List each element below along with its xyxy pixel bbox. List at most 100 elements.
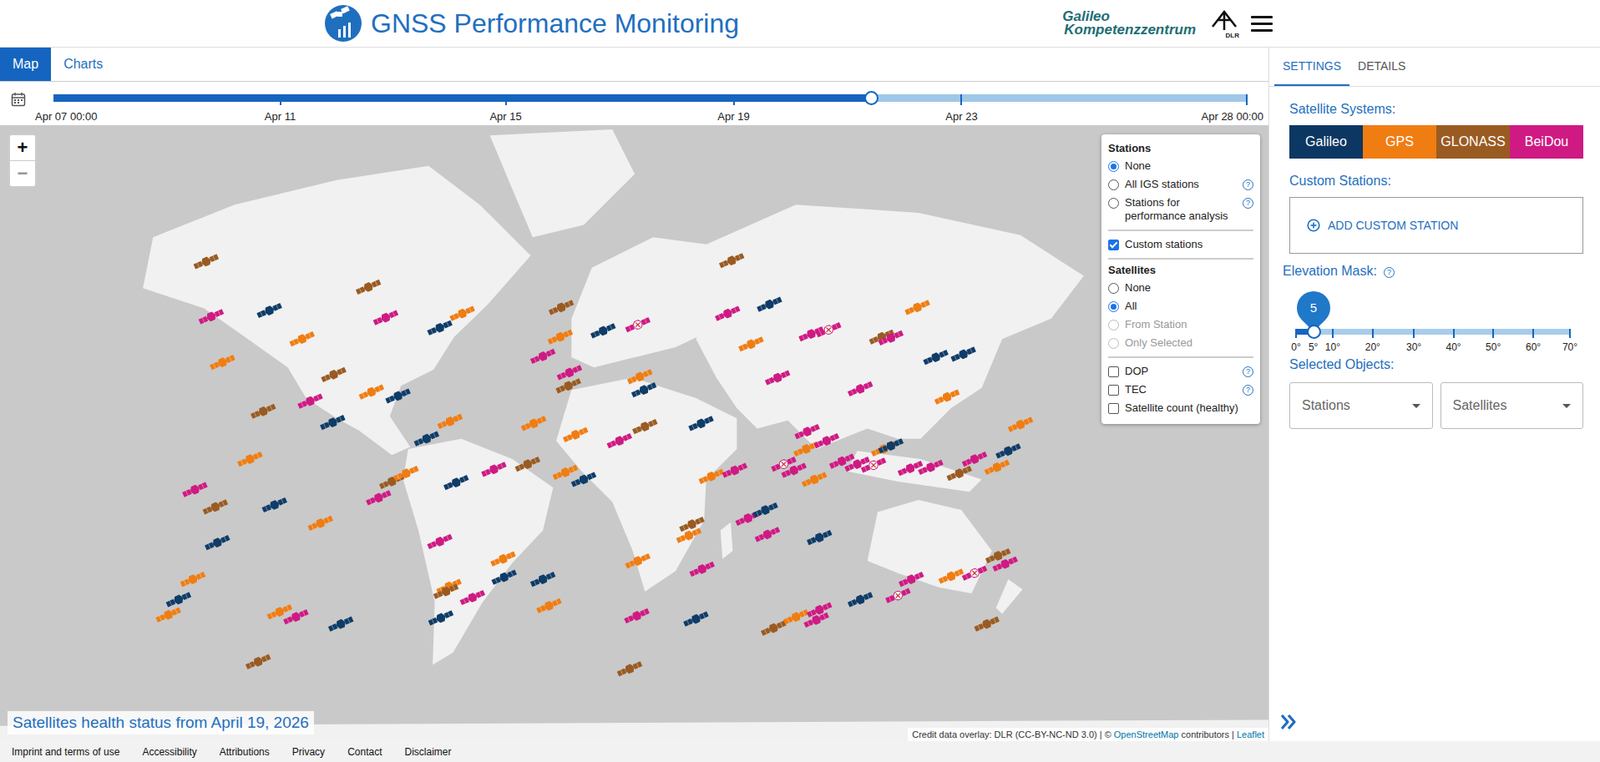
satellite-icon[interactable] <box>459 588 487 608</box>
satellite-icon[interactable] <box>846 591 874 610</box>
checkbox[interactable] <box>1108 403 1119 415</box>
satellite-icon[interactable] <box>155 606 183 625</box>
satellite-icon[interactable] <box>529 570 557 589</box>
satellite-icon[interactable] <box>320 365 348 385</box>
satellite-icon[interactable] <box>713 304 741 324</box>
map-canvas[interactable] <box>0 125 1269 742</box>
satellite-icon[interactable] <box>800 470 828 490</box>
radio-button[interactable] <box>1108 197 1119 209</box>
satellite-icon[interactable] <box>764 369 791 388</box>
satellite-icon[interactable] <box>427 609 455 628</box>
station-option[interactable]: All IGS stations? <box>1108 175 1254 194</box>
satellite-icon[interactable] <box>678 515 706 534</box>
satellite-icon[interactable] <box>616 660 644 679</box>
satellite-icon[interactable] <box>514 455 542 474</box>
view-tab[interactable]: Charts <box>50 47 116 82</box>
menu-icon[interactable] <box>1250 15 1273 32</box>
object-dropdown[interactable]: Stations <box>1289 382 1433 430</box>
satellite-icon[interactable] <box>870 440 897 459</box>
timeline-handle[interactable] <box>864 91 879 106</box>
satellite-icon[interactable] <box>803 611 831 630</box>
elevation-slider[interactable]: 0°5°10°20°30°40°50°60°70°5 <box>1286 287 1580 355</box>
satellite-icon[interactable] <box>282 607 309 627</box>
radio-button[interactable] <box>1108 283 1119 294</box>
satellite-icon[interactable] <box>846 379 874 399</box>
satellite-icon[interactable] <box>859 455 887 476</box>
satellite-icon[interactable] <box>1007 415 1034 435</box>
satellite-icon[interactable] <box>442 473 470 492</box>
satellite-icon[interactable] <box>384 387 412 406</box>
satellite-icon[interactable] <box>813 431 841 451</box>
satellite-icon[interactable] <box>589 322 617 341</box>
panel-tab[interactable]: DETAILS <box>1349 47 1414 87</box>
satellite-icon[interactable] <box>547 298 575 317</box>
satellite-icon[interactable] <box>721 461 749 481</box>
satellite-icon[interactable] <box>792 440 820 459</box>
help-icon[interactable]: ? <box>1242 384 1254 396</box>
satellite-icon[interactable] <box>937 567 965 587</box>
satellite-icon[interactable] <box>688 415 715 434</box>
satellite-icon[interactable] <box>916 458 944 477</box>
satellite-icon[interactable] <box>805 528 833 547</box>
satellite-icon[interactable] <box>426 318 454 338</box>
satellite-icon[interactable] <box>688 560 716 579</box>
satellite-icon[interactable] <box>555 376 583 395</box>
satellite-option[interactable]: None <box>1108 278 1254 298</box>
satellite-icon[interactable] <box>197 307 225 326</box>
footer-link[interactable]: Attributions <box>219 746 270 759</box>
system-button[interactable]: Galileo <box>1289 125 1363 159</box>
satellite-icon[interactable] <box>698 467 725 487</box>
satellite-icon[interactable] <box>922 348 950 367</box>
satellite-icon[interactable] <box>535 597 563 616</box>
satellite-icon[interactable] <box>737 334 765 354</box>
satellite-icon[interactable] <box>192 253 220 272</box>
satellite-icon[interactable] <box>480 460 507 479</box>
satellite-icon[interactable] <box>491 568 518 588</box>
satellite-icon[interactable] <box>165 591 193 610</box>
satellite-icon[interactable] <box>815 319 843 341</box>
station-option[interactable]: None <box>1108 156 1254 176</box>
zoom-in-button[interactable]: + <box>10 135 36 161</box>
overlay-option[interactable]: TEC? <box>1108 380 1254 400</box>
satellite-icon[interactable] <box>529 347 557 366</box>
radio-button[interactable] <box>1108 301 1119 313</box>
satellite-icon[interactable] <box>630 380 658 400</box>
satellite-icon[interactable] <box>960 562 988 584</box>
satellite-icon[interactable] <box>780 461 808 481</box>
satellite-icon[interactable] <box>202 498 229 517</box>
system-button[interactable]: GLONASS <box>1436 125 1510 159</box>
leaflet-link[interactable]: Leaflet <box>1236 729 1265 740</box>
world-map[interactable]: +−StationsNoneAll IGS stations?Stations … <box>0 125 1269 742</box>
footer-link[interactable]: Imprint and terms of use <box>11 746 120 759</box>
calendar-icon[interactable] <box>10 91 26 107</box>
satellite-icon[interactable] <box>751 501 779 520</box>
satellite-icon[interactable] <box>296 392 324 411</box>
overlay-option[interactable]: DOP? <box>1108 362 1254 381</box>
station-option[interactable]: Stations for performance analysis? <box>1108 193 1254 226</box>
satellite-icon[interactable] <box>896 459 924 478</box>
satellite-icon[interactable] <box>392 464 420 483</box>
satellite-icon[interactable] <box>562 425 589 445</box>
satellite-icon[interactable] <box>372 308 400 328</box>
help-icon[interactable]: ? <box>1242 197 1254 209</box>
zoom-out-button[interactable]: − <box>10 160 36 187</box>
satellite-icon[interactable] <box>449 304 476 324</box>
satellite-icon[interactable] <box>843 455 871 474</box>
satellite-icon[interactable] <box>623 607 651 626</box>
satellite-icon[interactable] <box>606 431 633 451</box>
satellite-icon[interactable] <box>354 278 382 297</box>
system-button[interactable]: BeiDou <box>1509 125 1584 159</box>
satellite-icon[interactable] <box>675 526 703 546</box>
satellite-icon[interactable] <box>413 430 441 449</box>
osm-link[interactable]: OpenStreetMap <box>1113 729 1180 740</box>
satellite-icon[interactable] <box>256 301 284 320</box>
satellite-icon[interactable] <box>805 601 833 620</box>
satellite-icon[interactable] <box>755 295 783 314</box>
satellite-icon[interactable] <box>364 489 392 508</box>
satellite-icon[interactable] <box>897 570 925 589</box>
satellite-icon[interactable] <box>794 422 821 441</box>
checkbox[interactable] <box>1108 366 1119 378</box>
satellite-icon[interactable] <box>236 450 264 469</box>
satellite-icon[interactable] <box>624 551 652 571</box>
footer-link[interactable]: Privacy <box>292 746 325 759</box>
